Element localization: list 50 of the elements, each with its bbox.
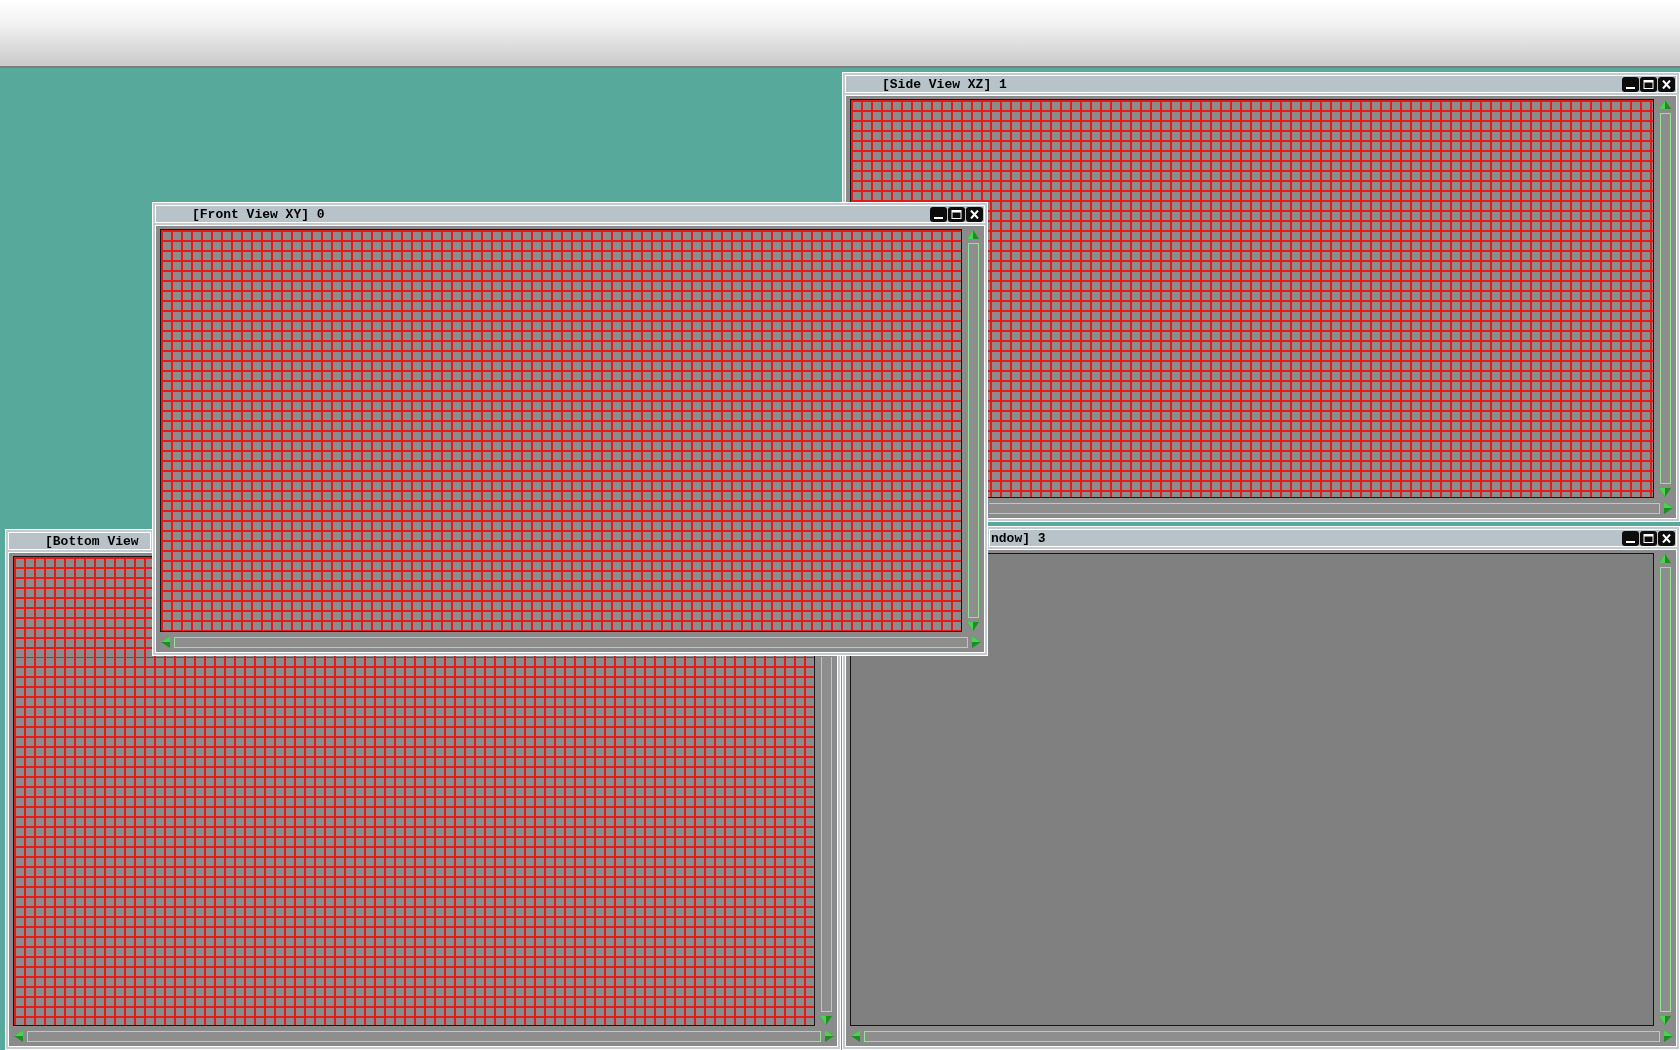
title-bar[interactable]: ndow] 3 <box>989 529 1677 547</box>
close-icon <box>1661 533 1672 543</box>
scroll-down-arrow-icon[interactable] <box>1659 488 1671 497</box>
title-bar[interactable]: [Front View XY] 0 <box>155 205 985 223</box>
close-button[interactable] <box>1658 530 1675 546</box>
close-icon <box>969 209 980 219</box>
maximize-button[interactable] <box>948 206 965 222</box>
scroll-right-arrow-icon[interactable] <box>1664 502 1673 514</box>
scroll-thumb[interactable] <box>1659 567 1671 1012</box>
scroll-left-arrow-icon[interactable] <box>161 636 170 648</box>
minimize-icon <box>1626 86 1635 89</box>
window-title: [Side View XZ] 1 <box>882 76 1007 92</box>
scroll-down-arrow-icon[interactable] <box>820 1016 832 1025</box>
close-button[interactable] <box>1658 76 1675 92</box>
scroll-thumb[interactable] <box>820 657 832 1012</box>
scroll-right-arrow-icon[interactable] <box>972 636 981 648</box>
grid-canvas[interactable] <box>14 657 814 1025</box>
scroll-thumb[interactable] <box>1659 113 1671 484</box>
minimize-icon <box>1626 540 1635 543</box>
scroll-right-arrow-icon[interactable] <box>825 1030 834 1042</box>
scroll-up-arrow-icon[interactable] <box>967 230 979 239</box>
scroll-thumb[interactable] <box>174 636 968 648</box>
window-title: [Front View XY] 0 <box>192 206 325 222</box>
minimize-button[interactable] <box>1622 76 1639 92</box>
scroll-right-arrow-icon[interactable] <box>1664 1030 1673 1042</box>
scroll-down-arrow-icon[interactable] <box>1659 1016 1671 1025</box>
window-title: [Bottom View <box>45 533 139 549</box>
title-bar[interactable]: [Side View XZ] 1 <box>845 75 1677 93</box>
close-button[interactable] <box>966 206 983 222</box>
maximize-button[interactable] <box>1640 530 1657 546</box>
scroll-left-arrow-icon[interactable] <box>14 1030 23 1042</box>
maximize-icon <box>1643 79 1654 89</box>
scroll-thumb[interactable] <box>989 502 1660 514</box>
scroll-up-arrow-icon[interactable] <box>1659 100 1671 109</box>
title-bar[interactable]: [Bottom View <box>8 532 151 550</box>
minimize-button[interactable] <box>930 206 947 222</box>
scroll-thumb[interactable] <box>967 243 979 618</box>
grid-canvas[interactable] <box>989 100 1653 497</box>
close-icon <box>1661 79 1672 89</box>
maximize-button[interactable] <box>1640 76 1657 92</box>
maximize-icon <box>1643 533 1654 543</box>
scroll-up-arrow-icon[interactable] <box>1659 554 1671 563</box>
minimize-button[interactable] <box>1622 530 1639 546</box>
scroll-down-arrow-icon[interactable] <box>967 622 979 631</box>
scroll-left-arrow-icon[interactable] <box>851 1030 860 1042</box>
window-title: ndow] 3 <box>991 530 1046 546</box>
maximize-icon <box>951 209 962 219</box>
scroll-thumb[interactable] <box>27 1030 821 1042</box>
scroll-thumb[interactable] <box>864 1030 1660 1042</box>
minimize-icon <box>934 216 943 219</box>
